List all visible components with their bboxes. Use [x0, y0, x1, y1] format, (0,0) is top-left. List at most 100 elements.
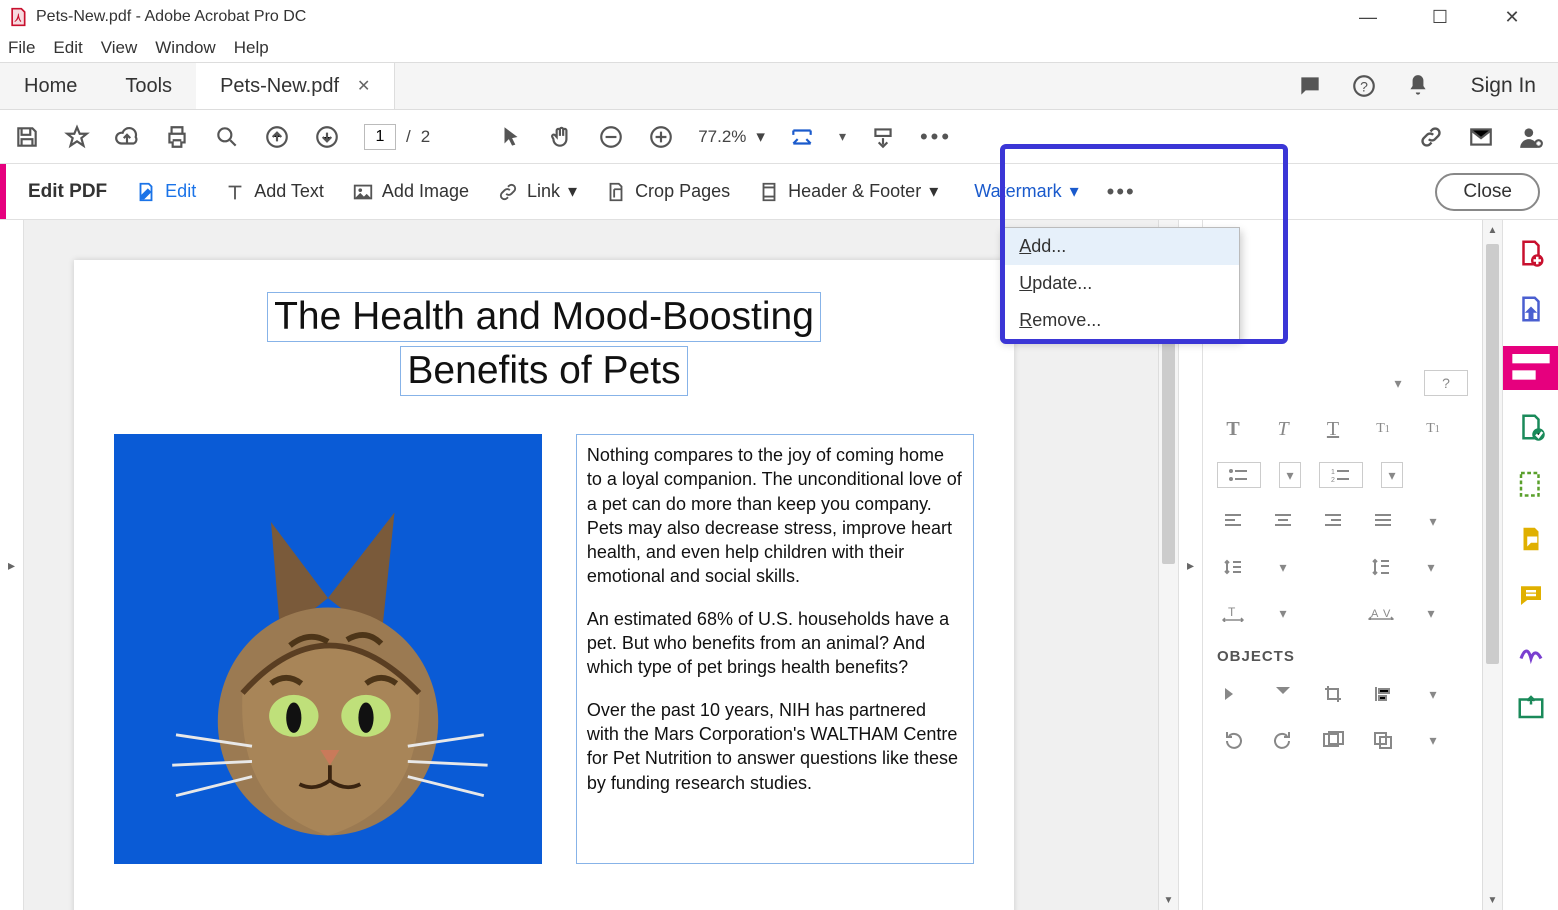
pointer-icon[interactable] [498, 124, 524, 150]
numbered-style-dropdown[interactable]: ▾ [1381, 462, 1403, 488]
zoom-dropdown[interactable]: 77.2% ▾ [698, 127, 765, 147]
export-pdf-icon[interactable] [1516, 294, 1546, 324]
menu-edit[interactable]: Edit [53, 38, 82, 58]
watermark-tool[interactable]: Watermark ▾ Add... Update... Remove... [966, 181, 1078, 202]
menu-view[interactable]: View [101, 38, 138, 58]
rotate-ccw-icon[interactable] [1217, 727, 1249, 753]
format-panel-scrollbar[interactable]: ▲ ▼ [1482, 220, 1502, 910]
doc-title-line2[interactable]: Benefits of Pets [400, 346, 687, 396]
organize-pages-icon[interactable] [1516, 468, 1546, 498]
add-text-tool[interactable]: Add Text [224, 181, 324, 203]
replace-image-icon[interactable] [1317, 727, 1349, 753]
italic-icon[interactable]: T [1267, 416, 1299, 442]
comments-icon[interactable] [1297, 73, 1323, 99]
comment-pdf-icon[interactable] [1516, 524, 1546, 554]
bell-icon[interactable] [1405, 73, 1431, 99]
align-right-icon[interactable] [1317, 508, 1349, 534]
watermark-remove-item[interactable]: Remove... [1001, 302, 1239, 339]
tab-home[interactable]: Home [0, 63, 101, 109]
line-spacing-icon[interactable] [1217, 554, 1249, 580]
scroll-down-icon[interactable]: ▼ [1159, 890, 1178, 910]
bullet-list-icon[interactable] [1217, 462, 1261, 488]
sticky-note-icon[interactable] [1516, 580, 1546, 610]
help-icon[interactable]: ? [1351, 73, 1377, 99]
tab-tools[interactable]: Tools [101, 63, 196, 109]
subscript-icon[interactable]: T1 [1417, 416, 1449, 442]
superscript-icon[interactable]: T1 [1367, 416, 1399, 442]
scroll-thumb[interactable] [1486, 244, 1499, 664]
search-icon[interactable] [214, 124, 240, 150]
close-editpdf-button[interactable]: Close [1435, 173, 1540, 211]
zoom-in-icon[interactable] [648, 124, 674, 150]
char-spacing-icon[interactable]: AV [1365, 600, 1397, 626]
header-footer-tool[interactable]: Header & Footer ▾ [758, 181, 938, 203]
more-tools-rail-icon[interactable] [1516, 692, 1546, 722]
tab-close-icon[interactable]: ✕ [357, 76, 370, 96]
numbered-list-icon[interactable]: 12 [1319, 462, 1363, 488]
scroll-down-icon[interactable]: ▼ [1483, 890, 1502, 910]
document-area[interactable]: The Health and Mood-Boosting Benefits of… [24, 220, 1158, 910]
rotate-cw-icon[interactable] [1267, 727, 1299, 753]
watermark-update-item[interactable]: Update... [1001, 265, 1239, 302]
paragraph-spacing-icon[interactable] [1365, 554, 1397, 580]
align-center-icon[interactable] [1267, 508, 1299, 534]
line-spacing-dropdown[interactable]: ▾ [1267, 554, 1299, 580]
fit-width-icon[interactable] [789, 124, 815, 150]
star-icon[interactable] [64, 124, 90, 150]
left-nav-toggle[interactable]: ▸ [0, 220, 24, 910]
chevron-down-icon[interactable]: ▾ [1382, 370, 1414, 396]
crop-pages-tool[interactable]: Crop Pages [605, 181, 730, 203]
watermark-add-item[interactable]: Add... [1001, 228, 1239, 265]
menu-help[interactable]: Help [234, 38, 269, 58]
chevron-down-icon[interactable]: ▾ [839, 128, 846, 145]
hand-icon[interactable] [548, 124, 574, 150]
link-tool[interactable]: Link ▾ [497, 181, 577, 203]
scroll-up-icon[interactable]: ▲ [1483, 220, 1502, 240]
align-dropdown[interactable]: ▾ [1417, 508, 1449, 534]
flip-vertical-icon[interactable] [1267, 681, 1299, 707]
fill-sign-icon[interactable] [1516, 636, 1546, 666]
close-window-button[interactable]: ✕ [1492, 7, 1532, 28]
print-icon[interactable] [164, 124, 190, 150]
doc-text-frame[interactable]: Nothing compares to the joy of coming ho… [576, 434, 974, 864]
doc-title-line1[interactable]: The Health and Mood-Boosting [267, 292, 821, 342]
current-page-input[interactable] [364, 124, 396, 150]
save-icon[interactable] [14, 124, 40, 150]
share-link-icon[interactable] [1418, 124, 1444, 150]
paragraph-spacing-dropdown[interactable]: ▾ [1415, 554, 1447, 580]
menu-window[interactable]: Window [155, 38, 215, 58]
horizontal-scale-icon[interactable]: T [1217, 600, 1249, 626]
zoom-out-icon[interactable] [598, 124, 624, 150]
page-up-icon[interactable] [264, 124, 290, 150]
align-left-icon[interactable] [1217, 508, 1249, 534]
share-people-icon[interactable] [1518, 124, 1544, 150]
edit-pdf-rail-icon[interactable] [1503, 346, 1558, 390]
more-edit-tools-icon[interactable]: ••• [1107, 179, 1136, 205]
signin-button[interactable]: Sign In [1449, 63, 1558, 109]
more-tools-icon[interactable]: ••• [920, 124, 952, 150]
create-pdf-icon[interactable] [1516, 238, 1546, 268]
cat-image[interactable] [114, 434, 542, 864]
maximize-button[interactable]: ☐ [1420, 7, 1460, 28]
hscale-dropdown[interactable]: ▾ [1267, 600, 1299, 626]
list-style-dropdown[interactable]: ▾ [1279, 462, 1301, 488]
crop-icon[interactable] [1317, 681, 1349, 707]
email-icon[interactable] [1468, 124, 1494, 150]
flip-horizontal-icon[interactable] [1217, 681, 1249, 707]
align-objects-icon[interactable] [1367, 681, 1399, 707]
tab-document[interactable]: Pets-New.pdf ✕ [196, 63, 395, 109]
align-objects-dropdown[interactable]: ▾ [1417, 681, 1449, 707]
align-justify-icon[interactable] [1367, 508, 1399, 534]
menu-file[interactable]: File [8, 38, 35, 58]
reading-mode-icon[interactable] [870, 124, 896, 150]
minimize-button[interactable]: — [1348, 7, 1388, 28]
char-spacing-dropdown[interactable]: ▾ [1415, 600, 1447, 626]
edit-tool[interactable]: Edit [135, 181, 196, 203]
help-format-icon[interactable]: ? [1424, 370, 1468, 396]
combine-pdf-icon[interactable] [1516, 412, 1546, 442]
bold-icon[interactable]: T [1217, 416, 1249, 442]
page-down-icon[interactable] [314, 124, 340, 150]
cloud-upload-icon[interactable] [114, 124, 140, 150]
arrange-icon[interactable] [1367, 727, 1399, 753]
underline-icon[interactable]: T [1317, 416, 1349, 442]
